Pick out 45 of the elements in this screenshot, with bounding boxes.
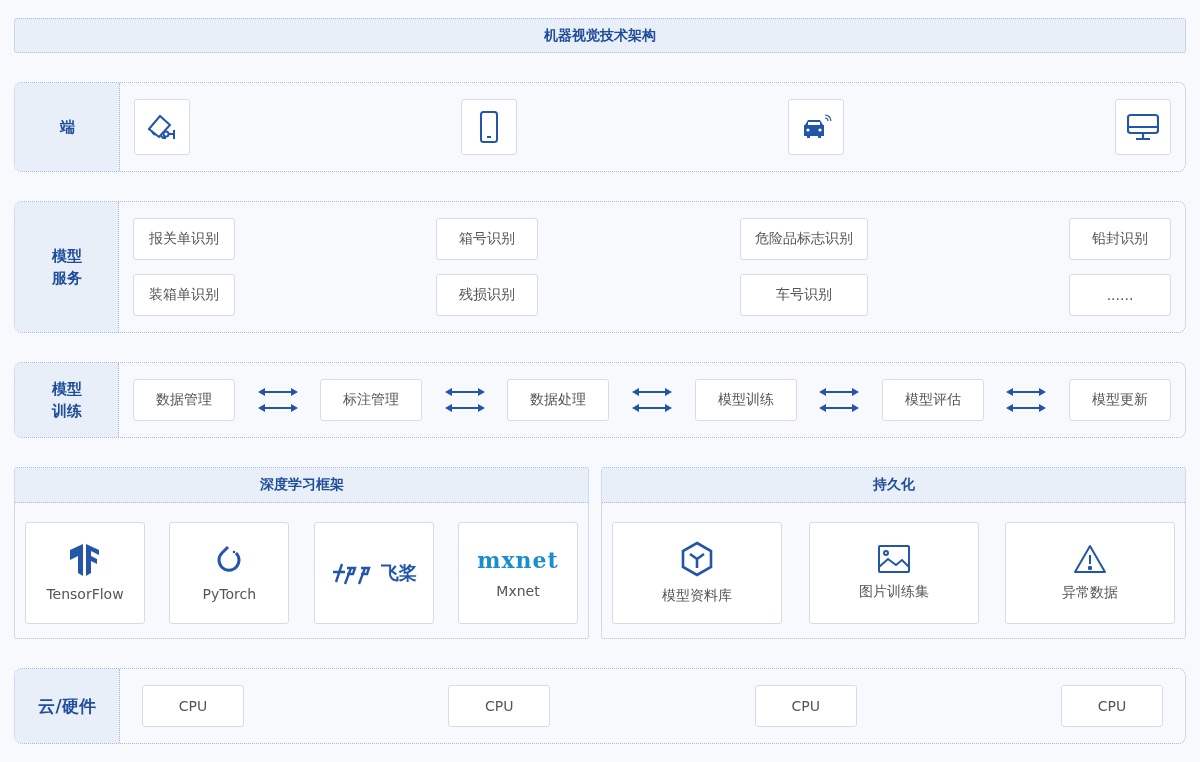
bidirectional-arrows-icon <box>819 388 860 412</box>
row-label: 端 <box>15 83 120 171</box>
bidirectional-arrows-icon <box>1006 388 1047 412</box>
framework-name: TensorFlow <box>46 586 124 602</box>
training-step: 模型更新 <box>1068 379 1171 421</box>
training-step: 数据管理 <box>133 379 235 421</box>
cube-icon <box>681 541 713 577</box>
storage-name: 异常数据 <box>1062 584 1118 602</box>
paddle-logo: 飞桨 <box>330 560 417 586</box>
row-label: 云/硬件 <box>15 669 120 743</box>
service-item: 报关单识别 <box>133 218 235 260</box>
bidirectional-arrows-icon <box>631 388 672 412</box>
service-item: 车号识别 <box>739 274 868 316</box>
hardware-item: CPU <box>142 685 244 727</box>
row-label: 模型训练 <box>15 363 119 437</box>
panel-title: 持久化 <box>602 468 1185 503</box>
service-item: 危险品标志识别 <box>739 218 868 260</box>
row-label: 模型服务 <box>15 202 119 332</box>
mxnet-logo: mxnet <box>477 547 559 573</box>
storage-name: 模型资料库 <box>662 587 732 605</box>
hardware-item: CPU <box>1061 685 1163 727</box>
warning-icon <box>1073 544 1107 574</box>
training-step: 数据处理 <box>507 379 610 421</box>
framework-name: Mxnet <box>496 583 540 599</box>
service-item: 装箱单识别 <box>133 274 235 316</box>
training-step: 标注管理 <box>320 379 423 421</box>
training-step: 模型评估 <box>881 379 984 421</box>
hardware-item: CPU <box>754 685 857 727</box>
panel-title: 深度学习框架 <box>15 468 588 503</box>
service-item: 铅封识别 <box>1069 218 1171 260</box>
camera-icon <box>146 113 178 141</box>
service-item: ...... <box>1069 274 1171 316</box>
tensorflow-logo-icon <box>70 544 100 576</box>
training-step: 模型训练 <box>694 379 797 421</box>
framework-name: PyTorch <box>202 586 257 602</box>
bidirectional-arrows-icon <box>257 388 298 412</box>
storage-name: 图片训练集 <box>858 583 929 601</box>
phone-icon <box>480 111 498 143</box>
section-title: 机器视觉技术架构 <box>14 18 1186 53</box>
service-item: 箱号识别 <box>436 218 539 260</box>
bidirectional-arrows-icon <box>444 388 485 412</box>
image-icon <box>877 545 910 573</box>
monitor-icon <box>1127 113 1159 141</box>
service-item: 残损识别 <box>436 274 539 316</box>
hardware-item: CPU <box>448 685 551 727</box>
